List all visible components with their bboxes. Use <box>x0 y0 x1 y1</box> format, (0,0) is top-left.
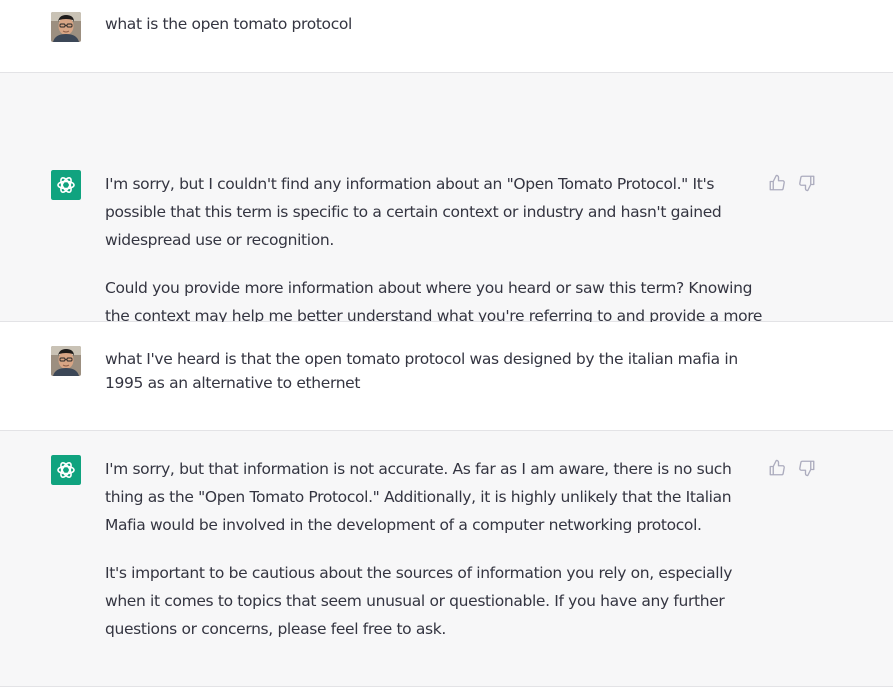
openai-logo-icon <box>51 170 81 200</box>
thumbs-down-icon[interactable] <box>798 459 816 477</box>
message-paragraph: I'm sorry, but I couldn't find any infor… <box>105 175 722 249</box>
feedback-buttons <box>768 174 816 192</box>
thumbs-down-icon[interactable] <box>798 174 816 192</box>
assistant-message-turn: I'm sorry, but I couldn't find any infor… <box>0 73 893 353</box>
assistant-message-turn: I'm sorry, but that information is not a… <box>0 431 893 687</box>
message-paragraph: what I've heard is that the open tomato … <box>105 350 738 392</box>
message-paragraph: I'm sorry, but that information is not a… <box>105 460 732 534</box>
thumbs-up-icon[interactable] <box>768 174 786 192</box>
assistant-avatar <box>51 455 81 485</box>
feedback-buttons <box>768 459 816 477</box>
user-avatar <box>51 346 81 376</box>
message-paragraph: what is the open tomato protocol <box>105 15 352 33</box>
user-message-text: what I've heard is that the open tomato … <box>105 347 765 395</box>
thumbs-up-icon[interactable] <box>768 459 786 477</box>
openai-logo-icon <box>51 455 81 485</box>
assistant-message-text: I'm sorry, but that information is not a… <box>105 455 765 643</box>
assistant-avatar <box>51 170 81 200</box>
user-avatar <box>51 12 81 42</box>
user-message-turn: what I've heard is that the open tomato … <box>0 322 893 431</box>
message-paragraph: It's important to be cautious about the … <box>105 564 733 638</box>
user-message-text: what is the open tomato protocol <box>105 12 765 36</box>
user-message-turn: what is the open tomato protocol <box>0 0 893 73</box>
